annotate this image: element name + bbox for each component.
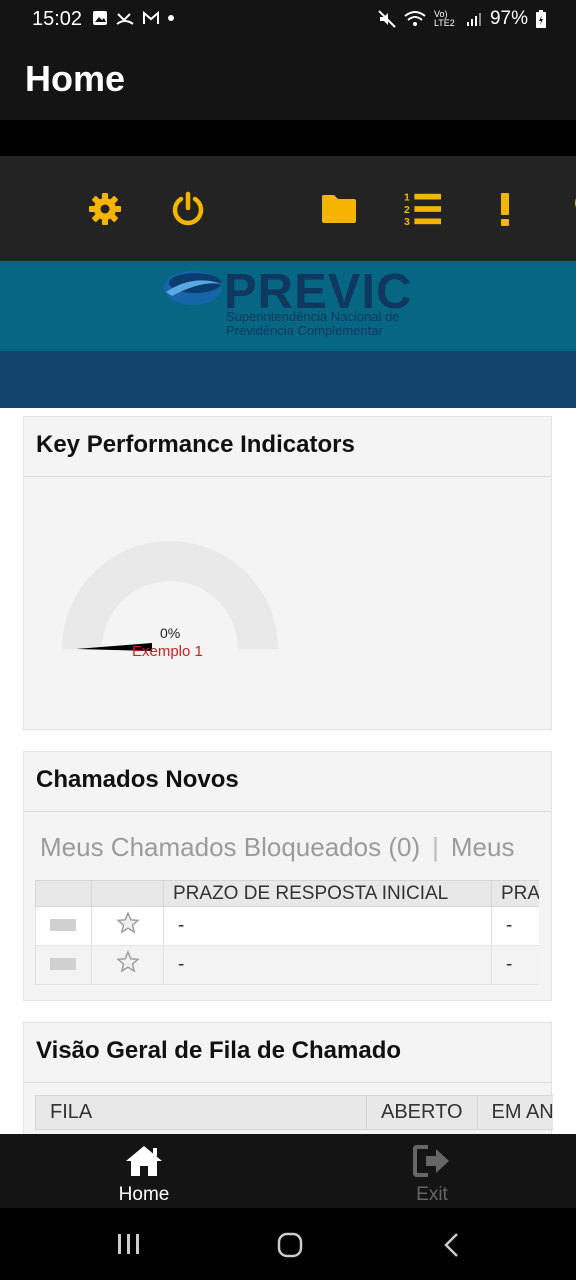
column-header-deadline[interactable]: PRA bbox=[491, 880, 539, 907]
tab-separator: | bbox=[432, 832, 439, 862]
column-header-in-analysis[interactable]: EM AN bbox=[476, 1095, 553, 1130]
back-icon[interactable] bbox=[442, 1232, 462, 1258]
network-label: Vo) LTE2 bbox=[433, 9, 455, 28]
battery-icon bbox=[536, 10, 546, 28]
tab-my-tickets[interactable]: Meus bbox=[451, 832, 515, 862]
previc-logo-icon bbox=[164, 271, 222, 305]
system-icons: Vo) LTE2 97% bbox=[378, 8, 546, 30]
kpi-title: Key Performance Indicators bbox=[24, 417, 551, 477]
row-deadline: - bbox=[491, 945, 539, 985]
notification-icons bbox=[92, 10, 174, 26]
nav-home-label: Home bbox=[118, 1184, 170, 1205]
home-button-icon[interactable] bbox=[277, 1232, 303, 1258]
table-header-row: PRAZO DE RESPOSTA INICIAL PRA bbox=[35, 880, 539, 907]
status-time: 15:02 bbox=[32, 8, 83, 30]
bottom-nav: Home Exit bbox=[0, 1134, 576, 1208]
svg-text:2: 2 bbox=[404, 205, 410, 216]
toolbar: 1 23 bbox=[0, 156, 576, 261]
tab-locked-tickets[interactable]: Meus Chamados Bloqueados (0) bbox=[40, 832, 420, 862]
priority-flag-icon bbox=[50, 919, 76, 931]
exit-icon bbox=[413, 1145, 449, 1177]
gauge-label[interactable]: Exemplo 1 bbox=[132, 643, 203, 660]
banner-band bbox=[0, 351, 576, 408]
system-nav-bar bbox=[0, 1208, 576, 1280]
nav-home[interactable]: Home bbox=[84, 1142, 204, 1206]
row-deadline: - bbox=[491, 906, 539, 946]
table-row[interactable]: - - bbox=[35, 945, 539, 985]
new-tickets-title: Chamados Novos bbox=[24, 752, 551, 812]
new-tickets-card: Chamados Novos Meus Chamados Bloqueados … bbox=[23, 751, 552, 1001]
status-bar: 15:02 Vo) LTE2 97% bbox=[0, 0, 576, 40]
recent-apps-icon[interactable] bbox=[116, 1232, 142, 1256]
tickets-tabs: Meus Chamados Bloqueados (0) | Meus bbox=[40, 832, 514, 863]
row-flag bbox=[35, 945, 92, 985]
queue-overview-card: Visão Geral de Fila de Chamado FILA ABER… bbox=[23, 1022, 553, 1134]
logo-subtitle-line1: Superintendência Nacional de bbox=[226, 309, 400, 324]
header-strip bbox=[0, 120, 576, 156]
logo-subtitle-line2: Previdência Complementar bbox=[226, 323, 383, 338]
row-star bbox=[91, 945, 164, 985]
more-notifications-icon bbox=[168, 15, 174, 21]
nav-exit[interactable]: Exit bbox=[372, 1142, 492, 1206]
queue-table: FILA ABERTO EM AN bbox=[35, 1095, 553, 1130]
row-initial-response: - bbox=[163, 945, 492, 985]
priority-flag-icon bbox=[50, 958, 76, 970]
table-row[interactable]: - - bbox=[35, 906, 539, 946]
lightbulb-icon[interactable] bbox=[566, 190, 576, 228]
image-icon bbox=[93, 11, 107, 25]
star-icon[interactable] bbox=[115, 950, 140, 974]
missed-call-icon bbox=[116, 13, 134, 25]
column-header-star[interactable] bbox=[91, 880, 164, 907]
row-flag bbox=[35, 906, 92, 946]
signal-icon bbox=[466, 13, 481, 26]
svg-text:1: 1 bbox=[404, 192, 410, 203]
battery-percent: 97% bbox=[489, 8, 528, 29]
power-icon[interactable] bbox=[169, 190, 207, 228]
gmail-icon bbox=[143, 10, 159, 24]
queue-overview-title: Visão Geral de Fila de Chamado bbox=[24, 1023, 551, 1083]
svg-text:3: 3 bbox=[404, 217, 410, 228]
column-header-flag[interactable] bbox=[35, 880, 92, 907]
dashboard-content: Key Performance Indicators 0% Exemplo 1 … bbox=[0, 408, 576, 1134]
column-header-open[interactable]: ABERTO bbox=[366, 1095, 478, 1130]
kpi-card: Key Performance Indicators 0% Exemplo 1 bbox=[23, 416, 552, 730]
star-icon[interactable] bbox=[115, 911, 140, 935]
numbered-list-icon[interactable]: 1 23 bbox=[403, 190, 441, 228]
mute-icon bbox=[378, 10, 396, 28]
gear-icon[interactable] bbox=[86, 190, 124, 228]
folder-icon[interactable] bbox=[320, 190, 358, 228]
app-screen: 15:02 Vo) LTE2 97% Home 1 2 3 PREVIC Sup… bbox=[0, 0, 576, 1280]
exclamation-icon[interactable] bbox=[486, 190, 524, 228]
tickets-table: PRAZO DE RESPOSTA INICIAL PRA - - - - bbox=[35, 880, 539, 986]
row-star bbox=[91, 906, 164, 946]
logo-subtitle: Superintendência Nacional de Previdência… bbox=[226, 310, 399, 338]
nav-exit-label: Exit bbox=[416, 1184, 448, 1205]
column-header-queue[interactable]: FILA bbox=[35, 1095, 367, 1130]
table-header-row: FILA ABERTO EM AN bbox=[35, 1095, 553, 1130]
row-initial-response: - bbox=[163, 906, 492, 946]
gauge-value: 0% bbox=[160, 625, 181, 641]
page-title: Home bbox=[25, 58, 126, 99]
wifi-icon bbox=[404, 11, 426, 26]
home-icon bbox=[126, 1146, 162, 1176]
column-header-initial-response[interactable]: PRAZO DE RESPOSTA INICIAL bbox=[163, 880, 492, 907]
app-bar: Home bbox=[0, 40, 576, 120]
